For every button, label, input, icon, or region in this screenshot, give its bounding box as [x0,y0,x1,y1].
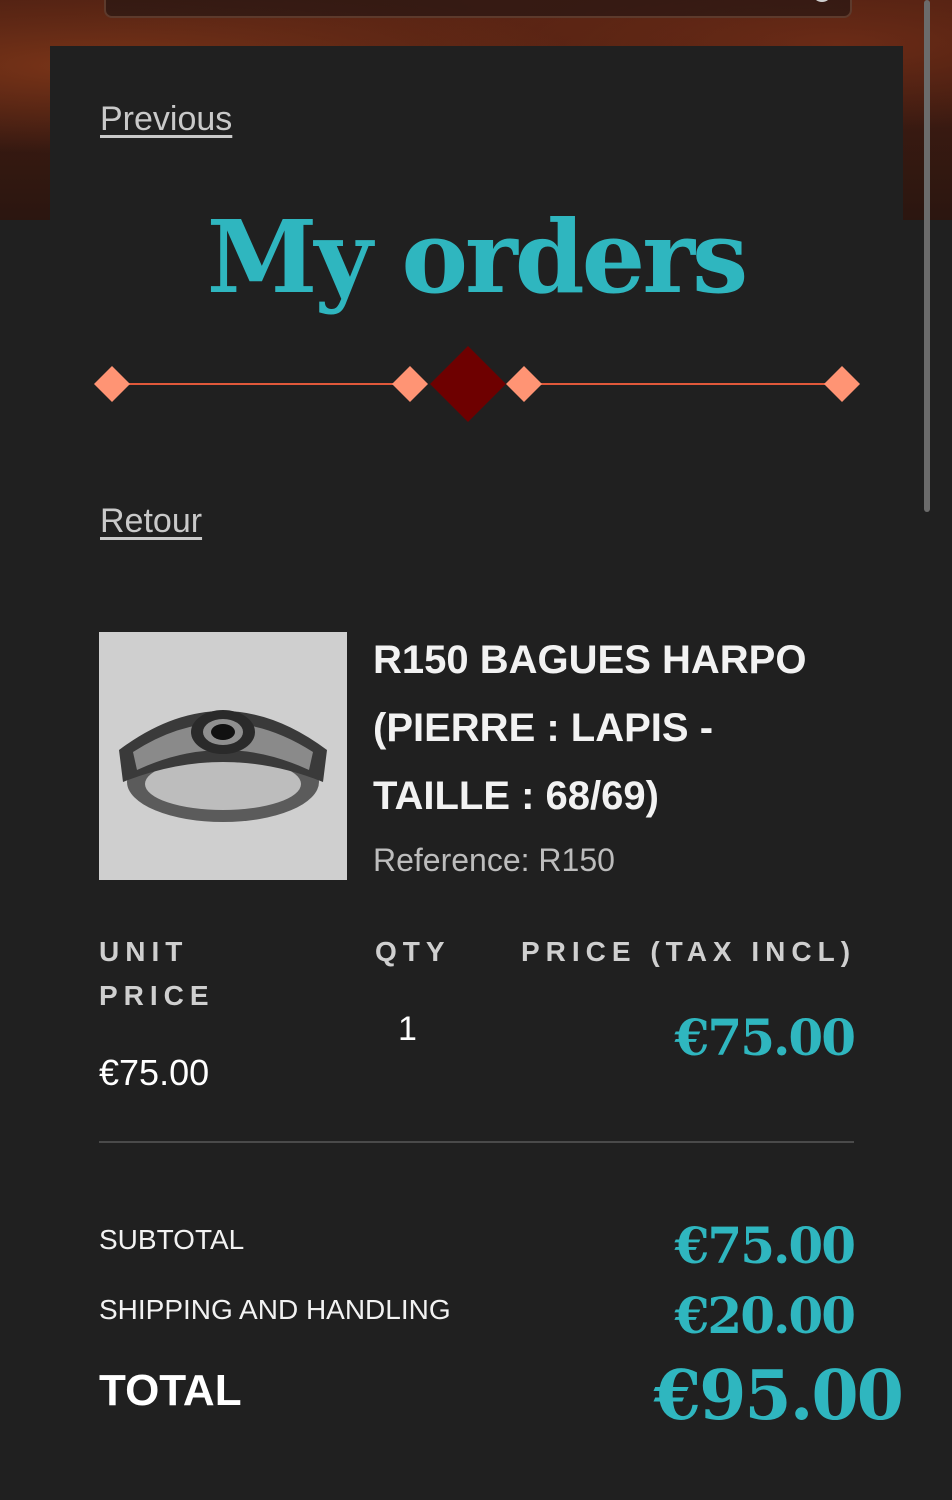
unit-price-value: €75.00 [99,1052,210,1093]
subtotal-label: SUBTOTAL [99,1224,245,1255]
unit-price-header: UNIT PRICE [99,930,215,1018]
search-icon[interactable] [812,0,832,2]
page: Previous My orders Retour R150 BAGUES HA… [0,0,952,1500]
shipping-label: SHIPPING AND HANDLING [99,1294,451,1325]
unit-price-header-line1: UNIT [99,936,189,967]
back-link[interactable]: Retour [100,502,202,541]
summary-divider [99,1141,854,1143]
total-value: €95.00 [653,1356,904,1436]
line-price-value: €75.00 [674,1008,856,1067]
previous-link[interactable]: Previous [100,100,232,139]
decorative-divider [94,346,860,422]
unit-price-header-line2: PRICE [99,980,215,1011]
ring-product-image [99,632,347,880]
shipping-value: €20.00 [674,1286,856,1345]
product-image[interactable] [99,632,347,880]
price-header: PRICE (TAX INCL) [521,936,857,967]
qty-header: QTY [375,936,451,967]
total-label: TOTAL [99,1366,242,1415]
page-title: My orders [206,198,749,316]
qty-value: 1 [398,1010,417,1048]
product-reference: Reference: R150 [373,842,615,878]
product-name: R150 BAGUES HARPO (PIERRE : LAPIS - TAIL… [373,638,807,818]
subtotal-value: €75.00 [674,1216,856,1275]
search-input[interactable] [104,0,852,18]
